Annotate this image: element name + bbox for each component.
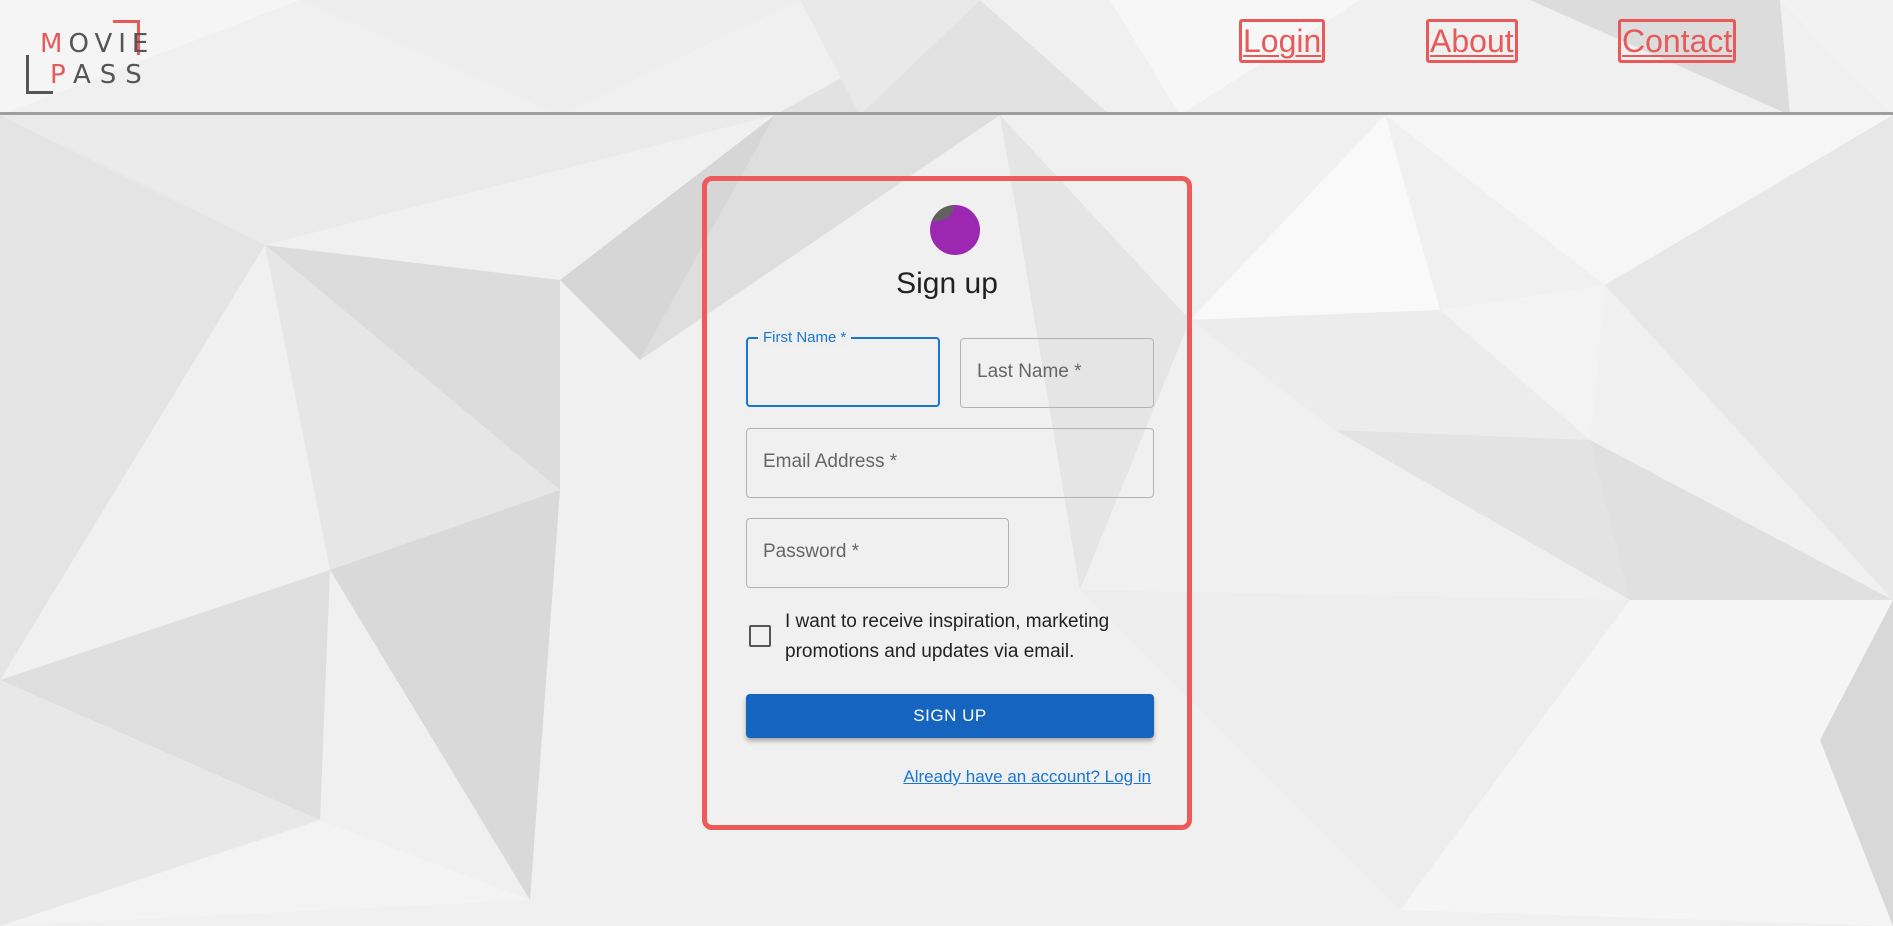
- last-name-field[interactable]: Last Name *: [960, 338, 1154, 408]
- marketing-checkbox[interactable]: [749, 625, 771, 647]
- login-link[interactable]: Already have an account? Log in: [903, 767, 1151, 787]
- nav-about-link[interactable]: About: [1426, 19, 1518, 63]
- email-field[interactable]: Email Address *: [746, 428, 1154, 498]
- logo-word-pass: PASS: [50, 60, 151, 90]
- signup-card: Sign up First Name * Last Name * Email A…: [702, 176, 1192, 830]
- first-name-label: First Name *: [758, 329, 852, 346]
- nav-login-link[interactable]: Login: [1239, 19, 1326, 63]
- lock-icon: [930, 205, 980, 255]
- last-name-placeholder: Last Name *: [977, 361, 1082, 382]
- logo-frame-bottom-left: [26, 55, 53, 94]
- page-title: Sign up: [896, 267, 998, 300]
- password-field[interactable]: Password *: [746, 518, 1009, 588]
- moviepass-logo[interactable]: MOVIE PASS: [24, 20, 148, 94]
- email-placeholder: Email Address *: [763, 451, 898, 472]
- first-name-field[interactable]: First Name *: [746, 329, 940, 407]
- nav-contact-link[interactable]: Contact: [1618, 19, 1737, 63]
- top-header: MOVIE PASS Login About Contact: [0, 0, 1893, 115]
- password-placeholder: Password *: [763, 541, 860, 562]
- marketing-checkbox-label[interactable]: I want to receive inspiration, marketing…: [785, 607, 1165, 667]
- signup-button[interactable]: SIGN UP: [746, 694, 1154, 738]
- logo-word-movie: MOVIE: [40, 29, 155, 59]
